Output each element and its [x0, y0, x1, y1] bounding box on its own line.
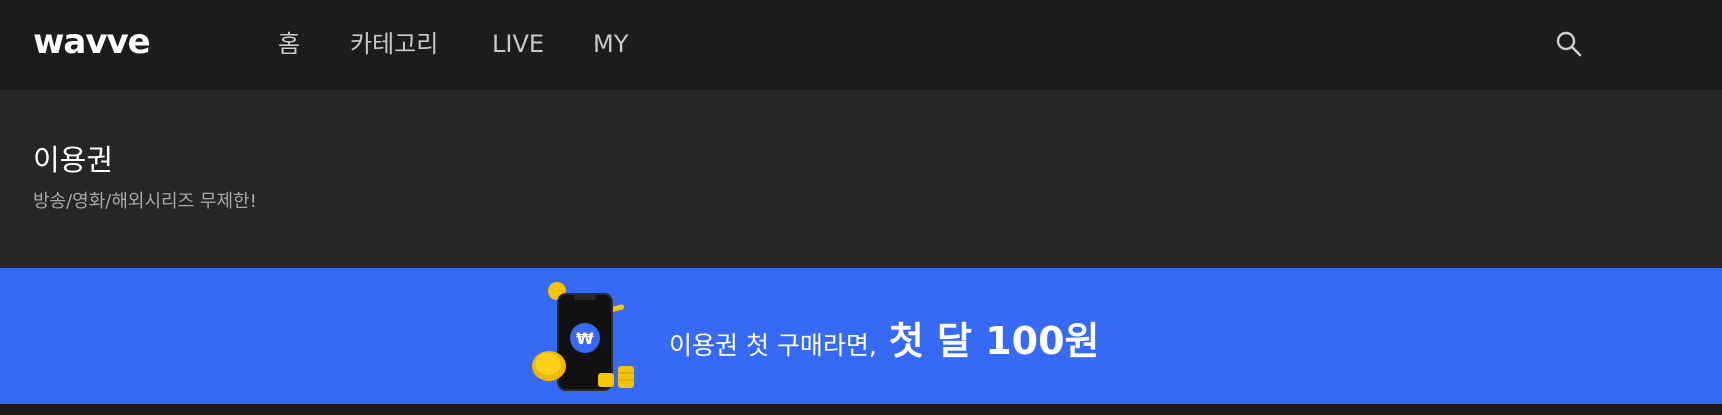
page-title: 이용권	[33, 143, 114, 177]
page-subtitle: 방송/영화/해외시리즈 무제한!	[33, 191, 257, 212]
page-header: 이용권 방송/영화/해외시리즈 무제한!	[0, 90, 1722, 268]
wavve-logo[interactable]: wavve	[33, 22, 151, 62]
nav-item-live[interactable]: LIVE	[492, 29, 544, 59]
banner-text: 이용권 첫 구매라면, 첫 달 100원	[669, 310, 1100, 363]
promo-banner[interactable]: ₩ 이용권 첫 구매라면, 첫 달 100원	[0, 268, 1722, 404]
banner-text-strong: 첫 달 100원	[888, 319, 1100, 363]
nav-item-category[interactable]: 카테고리	[350, 29, 438, 59]
won-symbol: ₩	[576, 329, 594, 348]
banner-text-normal: 이용권 첫 구매라면,	[669, 331, 877, 360]
bottom-divider	[0, 404, 1722, 415]
phone-coin-icon: ₩	[528, 278, 640, 402]
nav-item-my[interactable]: MY	[593, 29, 628, 59]
search-icon[interactable]	[1555, 30, 1583, 58]
top-header: wavve 홈 카테고리 LIVE MY	[0, 0, 1722, 90]
nav-item-home[interactable]: 홈	[278, 29, 300, 59]
